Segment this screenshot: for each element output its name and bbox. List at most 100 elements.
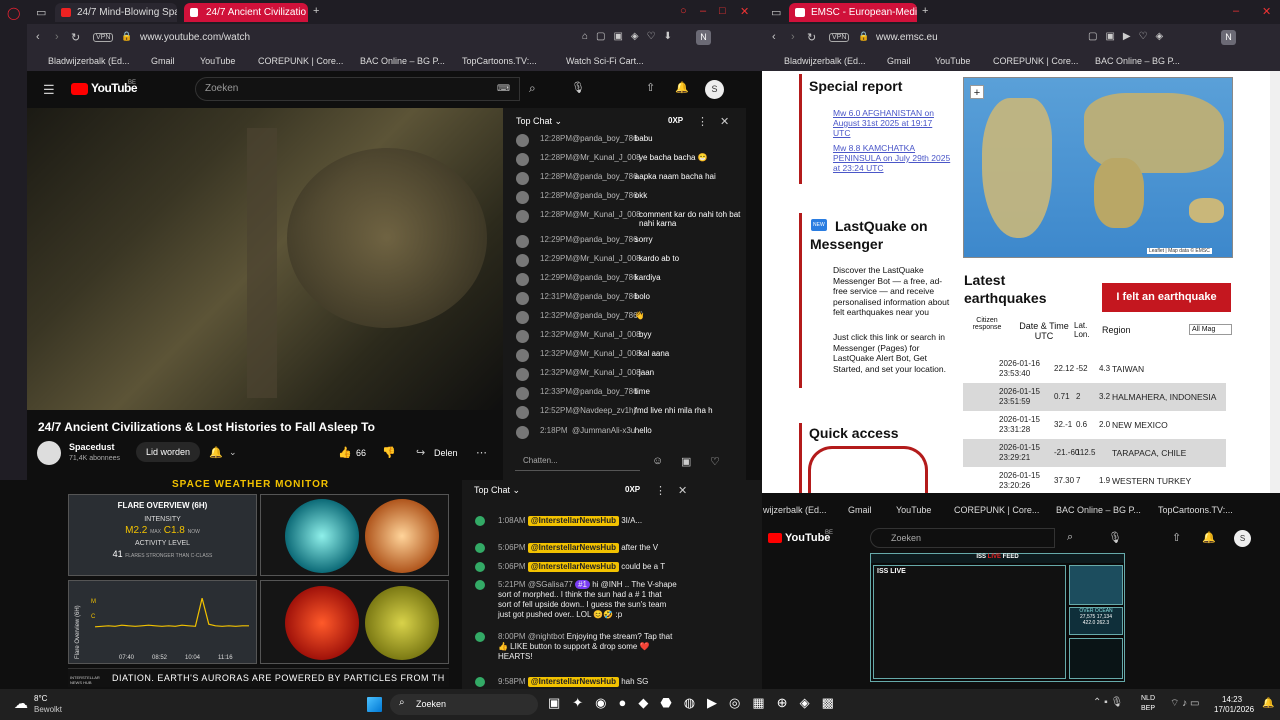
- chat-user[interactable]: @Navdeep_zv1hj: [572, 406, 635, 415]
- chat-user[interactable]: @Mr_Kunal_J_008: [572, 368, 641, 377]
- col-latlon[interactable]: Lat. Lon.: [1074, 321, 1100, 341]
- opera-icon[interactable]: ◯: [7, 6, 20, 20]
- join-button[interactable]: Lid worden: [136, 442, 201, 462]
- chat-mode-select[interactable]: Top Chat ⌄: [516, 116, 562, 127]
- chat-user[interactable]: @Mr_Kunal_J_008: [572, 210, 641, 219]
- chat-close-icon[interactable]: ✕: [720, 115, 729, 128]
- chat-avatar[interactable]: [516, 311, 529, 324]
- rbookmark-2[interactable]: YouTube: [935, 56, 970, 66]
- vpn-badge[interactable]: VPN: [93, 33, 114, 42]
- br-yt-logo-icon[interactable]: [768, 533, 782, 543]
- notify-bell-icon[interactable]: 🔔: [209, 446, 223, 459]
- br-yt-logo[interactable]: YouTube: [785, 532, 830, 544]
- tab-emsc[interactable]: EMSC - European-Mediter: [789, 3, 917, 22]
- search-tabs-icon[interactable]: ○: [680, 5, 687, 17]
- rbookmark-4[interactable]: BAC Online – BG P...: [1095, 56, 1180, 66]
- new-tab-icon[interactable]: +: [313, 5, 319, 17]
- maximize-icon[interactable]: □: [719, 5, 726, 17]
- chat-avatar[interactable]: [516, 426, 529, 439]
- felt-earthquake-button[interactable]: I felt an earthquake: [1102, 283, 1231, 312]
- chat-avatar[interactable]: [516, 153, 529, 166]
- upload-icon[interactable]: ⇧: [646, 81, 655, 94]
- minimize-icon[interactable]: –: [700, 5, 706, 17]
- quake-row[interactable]: 2026-01-15 23:51:59 0.71 2 3.2 HALMAHERA, IND…: [963, 383, 1226, 411]
- quake-row[interactable]: 2026-01-15 23:31:28 32.-1 0.6 2.0 NEW MEXICO: [963, 411, 1226, 439]
- brbookmark-3[interactable]: COREPUNK | Core...: [954, 505, 1039, 515]
- minimize-icon-right[interactable]: –: [1233, 5, 1239, 17]
- br-avatar[interactable]: S: [1234, 530, 1251, 547]
- bottom-chat-avatar[interactable]: [475, 516, 485, 526]
- rbookmark-1[interactable]: Gmail: [887, 56, 911, 66]
- bottom-chat-avatar[interactable]: [475, 580, 485, 590]
- search-icon[interactable]: ⌕: [529, 81, 536, 96]
- network-sound-icons[interactable]: ⌔ ♪ ▭: [1170, 697, 1199, 710]
- like-icon[interactable]: 👍: [338, 446, 352, 459]
- chat-user[interactable]: @panda_boy_786: [572, 292, 638, 301]
- bookmark-6[interactable]: Watch Sci-Fi Cart...: [566, 56, 644, 66]
- clock-time[interactable]: 14:23: [1222, 695, 1242, 704]
- chat-user[interactable]: @panda_boy_786: [572, 235, 638, 244]
- chat-user[interactable]: @JummanAli-x3u: [572, 426, 635, 435]
- bell-icon[interactable]: 🔔: [675, 81, 689, 94]
- chat-user[interactable]: @panda_boy_786: [572, 311, 638, 320]
- notification-icon[interactable]: 🔔: [1262, 698, 1274, 709]
- close-window-icon-right[interactable]: ✕: [1262, 5, 1271, 18]
- bookmark-3[interactable]: COREPUNK | Core...: [258, 56, 343, 66]
- tab-ancient-active[interactable]: 24/7 Ancient Civilizatio: [184, 3, 308, 22]
- chat-user[interactable]: @panda_boy_786: [572, 387, 638, 396]
- chat-avatar[interactable]: [516, 368, 529, 381]
- brbookmark-1[interactable]: Gmail: [848, 505, 872, 515]
- chat-avatar[interactable]: [516, 134, 529, 147]
- quake-row[interactable]: 2026-01-15 23:29:21 -21.-60 112.5 TARAPACA, …: [963, 439, 1226, 467]
- lang-2[interactable]: BEP: [1141, 705, 1155, 712]
- bottom-chat-user[interactable]: @SGalisa77: [528, 580, 573, 589]
- bottom-chat-user[interactable]: @nightbot: [528, 632, 565, 641]
- bookmark-4[interactable]: BAC Online – BG P...: [360, 56, 445, 66]
- chevron-down-icon[interactable]: ⌄: [229, 447, 237, 458]
- quake-row[interactable]: 2026-01-15 23:20:26 37.30 7 1.9 WESTERN TURKE…: [963, 467, 1226, 495]
- bookmark-5[interactable]: TopCartoons.TV:...: [462, 56, 537, 66]
- back-icon-right[interactable]: ‹: [772, 31, 776, 43]
- chat-avatar[interactable]: [516, 172, 529, 185]
- bottom-chat-more-icon[interactable]: ⋮: [655, 484, 666, 497]
- yt-logo-icon[interactable]: [71, 83, 88, 95]
- chat-avatar[interactable]: [516, 191, 529, 204]
- lang-1[interactable]: NLD: [1141, 695, 1155, 702]
- col-datetime[interactable]: Date & Time UTC: [1014, 321, 1074, 341]
- zoom-in-button[interactable]: +: [970, 85, 984, 99]
- brbookmark-0[interactable]: wijzerbalk (Ed...: [763, 505, 827, 515]
- bottom-chat-avatar[interactable]: [475, 632, 485, 642]
- bottom-chat-user[interactable]: @InterstellarNewsHub: [527, 562, 619, 572]
- tray-icons[interactable]: ⌃ ▪ 🎙: [1093, 697, 1123, 708]
- address-bar-right[interactable]: www.emsc.eu: [876, 32, 938, 43]
- chat-input[interactable]: Chatten...: [515, 451, 640, 471]
- emsc-scrollbar[interactable]: [1270, 71, 1280, 493]
- chat-user[interactable]: @Mr_Kunal_J_008: [572, 153, 641, 162]
- bottom-chat-avatar[interactable]: [475, 562, 485, 572]
- new-tab-icon-right[interactable]: +: [922, 5, 928, 17]
- rbookmark-3[interactable]: COREPUNK | Core...: [993, 56, 1078, 66]
- chat-avatar[interactable]: [516, 349, 529, 362]
- superchat-icon[interactable]: ▣: [681, 455, 691, 468]
- video-player[interactable]: [27, 108, 503, 410]
- share-icon[interactable]: ↪: [416, 446, 425, 459]
- br-upload-icon[interactable]: ⇧: [1172, 531, 1181, 544]
- chat-avatar[interactable]: [516, 254, 529, 267]
- profile-n-icon-right[interactable]: N: [1221, 30, 1236, 45]
- chat-avatar[interactable]: [516, 406, 529, 419]
- chat-user[interactable]: @Mr_Kunal_J_008: [572, 349, 641, 358]
- quick-access-icons[interactable]: [808, 446, 928, 494]
- channel-avatar[interactable]: [37, 441, 61, 465]
- br-search-input[interactable]: Zoeken: [891, 533, 921, 543]
- vpn-badge-right[interactable]: VPN: [829, 33, 850, 42]
- bottom-chat-user[interactable]: @InterstellarNewsHub: [527, 543, 619, 553]
- world-map[interactable]: [963, 77, 1233, 258]
- channel-name[interactable]: Spacedust: [69, 442, 115, 452]
- chat-user[interactable]: @Mr_Kunal_J_008: [572, 330, 641, 339]
- bottom-chat-user[interactable]: @InterstellarNewsHub: [527, 516, 619, 526]
- menu-icon[interactable]: ☰: [43, 82, 55, 98]
- emoji-icon[interactable]: ☺: [652, 455, 663, 467]
- bottom-chat-user[interactable]: @InterstellarNewsHub: [527, 677, 619, 687]
- chat-avatar[interactable]: [516, 292, 529, 305]
- bottom-chat-avatar[interactable]: [475, 543, 485, 553]
